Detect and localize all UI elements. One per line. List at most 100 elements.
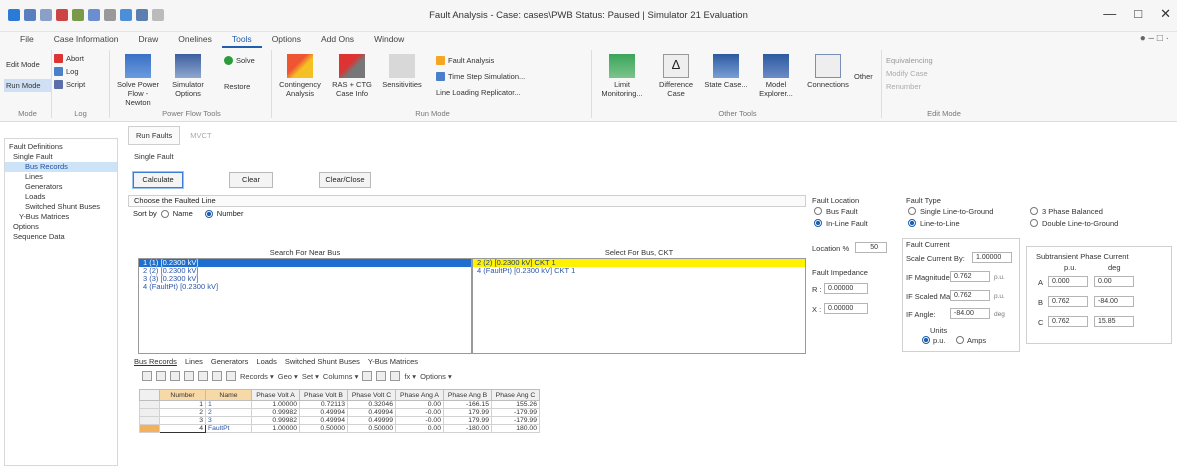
- units-pu-radio[interactable]: [922, 336, 930, 344]
- tree-item-generators[interactable]: Generators: [5, 182, 117, 192]
- tree-item-bus-records[interactable]: Bus Records: [5, 162, 117, 172]
- sort-number-radio[interactable]: [204, 209, 213, 218]
- tab-mvct[interactable]: MVCT: [182, 126, 219, 145]
- copy-icon[interactable]: [156, 371, 166, 381]
- tree-item-ybus-matrices[interactable]: Y-Bus Matrices: [5, 212, 117, 222]
- tab-ybus-matrices[interactable]: Y-Bus Matrices: [368, 357, 418, 366]
- tab-case-information[interactable]: Case Information: [44, 32, 129, 48]
- slg-radio[interactable]: [908, 207, 916, 215]
- cell-name[interactable]: 3: [205, 416, 252, 425]
- edit-mode-button[interactable]: Edit Mode: [4, 58, 51, 71]
- sensitivities-button[interactable]: Sensitivities: [380, 52, 424, 89]
- line-loading-button[interactable]: Line Loading Replicator...: [434, 86, 523, 99]
- modify-case-button[interactable]: Modify Case: [884, 67, 1004, 80]
- tab-run-faults[interactable]: Run Faults: [128, 126, 181, 145]
- set-menu[interactable]: Set ▾: [302, 372, 319, 381]
- row-header[interactable]: [139, 400, 160, 409]
- location-percent-input[interactable]: 50: [855, 242, 887, 253]
- tab-draw[interactable]: Draw: [128, 32, 168, 48]
- print-grid-icon[interactable]: [226, 371, 236, 381]
- grid-view-icon[interactable]: [142, 371, 152, 381]
- minimize-button[interactable]: —: [1103, 6, 1116, 22]
- tab-switched-shunt-buses[interactable]: Switched Shunt Buses: [285, 357, 360, 366]
- abort-button[interactable]: Abort: [52, 52, 109, 65]
- records-menu[interactable]: Records ▾: [240, 372, 274, 381]
- cell-ang-c[interactable]: -179.99: [491, 408, 540, 417]
- units-amps-radio[interactable]: [956, 336, 964, 344]
- cell-ang-c[interactable]: 155.26: [491, 400, 540, 409]
- run-mode-button[interactable]: Run Mode: [4, 79, 51, 92]
- cell-ang-c[interactable]: -179.99: [491, 416, 540, 425]
- tab-generators[interactable]: Generators: [211, 357, 249, 366]
- cell-volt-b[interactable]: 0.50000: [299, 424, 348, 433]
- tab-lines[interactable]: Lines: [185, 357, 203, 366]
- simulator-options-button[interactable]: Simulator Options: [166, 52, 210, 98]
- other-button[interactable]: Other: [852, 70, 875, 83]
- col-phase-ang-a[interactable]: Phase Ang A: [395, 389, 444, 401]
- tab-window[interactable]: Window: [364, 32, 414, 48]
- advanced-filter-icon[interactable]: [390, 371, 401, 381]
- cell-volt-b[interactable]: 0.72113: [299, 400, 348, 409]
- row-header[interactable]: [139, 408, 160, 417]
- cell-volt-b[interactable]: 0.49994: [299, 416, 348, 425]
- sort-icon[interactable]: [184, 371, 194, 381]
- cell-number[interactable]: 1: [159, 400, 206, 409]
- cell-volt-a[interactable]: 1.00000: [251, 400, 300, 409]
- cell-ang-a[interactable]: -0.00: [395, 408, 444, 417]
- tree-item-sequence-data[interactable]: Sequence Data: [5, 232, 117, 242]
- list-item[interactable]: 4 (FaultPt) [0.2300 kV]: [139, 283, 471, 291]
- cell-volt-a[interactable]: 0.99982: [251, 408, 300, 417]
- row-header-current[interactable]: [139, 424, 160, 433]
- ribbon-right-icons[interactable]: ● – □ ·: [1140, 33, 1169, 44]
- cell-ang-b[interactable]: 179.99: [443, 416, 492, 425]
- col-phase-volt-b[interactable]: Phase Volt B: [299, 389, 348, 401]
- tab-loads[interactable]: Loads: [256, 357, 276, 366]
- near-bus-list[interactable]: 1 (1) [0.2300 kV] 2 (2) [0.2300 kV] 3 (3…: [138, 258, 472, 354]
- cell-ang-a[interactable]: -0.00: [395, 416, 444, 425]
- tab-onelines[interactable]: Onelines: [168, 32, 222, 48]
- row-header[interactable]: [139, 416, 160, 425]
- clear-close-button[interactable]: Clear/Close: [319, 172, 371, 188]
- cell-ang-b[interactable]: 179.99: [443, 408, 492, 417]
- table-row[interactable]: 1 1 1.00000 0.72113 0.32046 0.00 -166.15…: [139, 400, 540, 409]
- format-icon[interactable]: [198, 371, 208, 381]
- tree-item-lines[interactable]: Lines: [5, 172, 117, 182]
- cell-number[interactable]: 4: [159, 424, 206, 433]
- paste-icon[interactable]: [170, 371, 180, 381]
- dlg-radio[interactable]: [1030, 219, 1038, 227]
- limit-monitoring-button[interactable]: Limit Monitoring...: [600, 52, 644, 98]
- sort-name-radio[interactable]: [160, 209, 169, 218]
- col-phase-ang-b[interactable]: Phase Ang B: [443, 389, 492, 401]
- connections-button[interactable]: Connections: [806, 52, 850, 89]
- tree-item-options[interactable]: Options: [5, 222, 117, 232]
- r-input[interactable]: 0.00000: [824, 283, 868, 294]
- close-button[interactable]: ✕: [1160, 6, 1171, 22]
- cell-name[interactable]: 2: [205, 408, 252, 417]
- bus-fault-radio[interactable]: [814, 207, 822, 215]
- tab-options[interactable]: Options: [262, 32, 311, 48]
- renumber-button[interactable]: Renumber: [884, 80, 1004, 93]
- options-menu[interactable]: Options ▾: [420, 372, 452, 381]
- far-bus-list[interactable]: 2 (2) [0.2300 kV] CKT 1 4 (FaultPt) [0.2…: [472, 258, 806, 354]
- x-input[interactable]: 0.00000: [824, 303, 868, 314]
- geo-menu[interactable]: Geo ▾: [278, 372, 298, 381]
- tab-file[interactable]: File: [10, 32, 44, 48]
- cell-volt-c[interactable]: 0.49999: [347, 416, 396, 425]
- difference-case-button[interactable]: Δ Difference Case: [654, 52, 698, 98]
- tab-tools[interactable]: Tools: [221, 32, 262, 48]
- cell-volt-c[interactable]: 0.49994: [347, 408, 396, 417]
- scale-current-input[interactable]: 1.00000: [972, 252, 1012, 263]
- log-button[interactable]: Log: [52, 65, 109, 78]
- equivalencing-button[interactable]: Equivalencing: [884, 54, 1004, 67]
- table-row[interactable]: 3 3 0.99982 0.49994 0.49999 -0.00 179.99…: [139, 416, 540, 425]
- col-phase-ang-c[interactable]: Phase Ang C: [491, 389, 540, 401]
- tree-item-loads[interactable]: Loads: [5, 192, 117, 202]
- tree-item-single-fault[interactable]: Single Fault: [5, 152, 117, 162]
- tab-add-ons[interactable]: Add Ons: [311, 32, 364, 48]
- restore-button[interactable]: Restore: [222, 80, 252, 93]
- solve-power-flow-button[interactable]: Solve Power Flow - Newton: [116, 52, 160, 107]
- state-case-button[interactable]: State Case...: [704, 52, 748, 89]
- cell-number[interactable]: 3: [159, 416, 206, 425]
- cell-name[interactable]: FaultPt: [205, 424, 252, 433]
- table-row[interactable]: 2 2 0.99982 0.49994 0.49994 -0.00 179.99…: [139, 408, 540, 417]
